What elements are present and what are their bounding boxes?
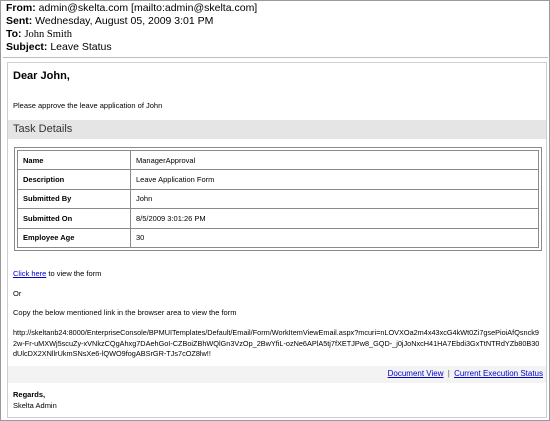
to-row: To: John Smith	[6, 28, 257, 41]
regards-text: Regards,	[13, 390, 46, 399]
detail-key: Name	[17, 149, 131, 171]
greeting: Dear John,	[13, 70, 70, 82]
signature: Skelta Admin	[13, 401, 57, 410]
details-table: Name ManagerApproval Description Leave A…	[17, 149, 539, 248]
detail-value: ManagerApproval	[130, 149, 539, 171]
header-divider	[3, 57, 548, 58]
table-row: Name ManagerApproval	[17, 149, 539, 171]
email-window: From: admin@skelta.com [mailto:admin@ske…	[0, 0, 550, 421]
detail-value: 30	[130, 227, 539, 248]
intro-text: Please approve the leave application of …	[13, 101, 163, 110]
to-value: John Smith	[24, 29, 73, 40]
or-text: Or	[13, 289, 22, 298]
task-details-table: Name ManagerApproval Description Leave A…	[14, 147, 542, 251]
table-row: Submitted By John	[17, 188, 539, 210]
footer-links-bar: Document View | Current Execution Status	[8, 366, 546, 383]
sent-row: Sent: Wednesday, August 05, 2009 3:01 PM	[6, 15, 257, 28]
from-row: From: admin@skelta.com [mailto:admin@ske…	[6, 2, 257, 15]
subject-label: Subject:	[6, 41, 48, 53]
copy-link-instruction: Copy the below mentioned link in the bro…	[13, 308, 237, 317]
click-here-link[interactable]: Click here	[13, 269, 46, 278]
document-view-link[interactable]: Document View	[388, 369, 444, 378]
sent-label: Sent:	[6, 15, 33, 27]
sent-value: Wednesday, August 05, 2009 3:01 PM	[35, 15, 214, 27]
link-separator: |	[447, 369, 450, 378]
subject-value: Leave Status	[50, 41, 112, 53]
detail-value: Leave Application Form	[130, 169, 539, 190]
current-execution-status-link[interactable]: Current Execution Status	[454, 369, 543, 378]
form-url-text[interactable]: http://skeltanb24:8000/EnterpriseConsole…	[13, 328, 541, 360]
from-label: From:	[6, 2, 36, 14]
detail-key: Submitted By	[17, 188, 131, 210]
task-details-title: Task Details	[13, 123, 73, 135]
detail-key: Submitted On	[17, 208, 131, 229]
detail-key: Employee Age	[17, 227, 131, 248]
view-form-line: Click here to view the form	[13, 269, 101, 278]
detail-value: 8/5/2009 3:01:26 PM	[130, 208, 539, 229]
table-row: Submitted On 8/5/2009 3:01:26 PM	[17, 208, 539, 229]
from-value: admin@skelta.com [mailto:admin@skelta.co…	[38, 2, 258, 14]
email-header: From: admin@skelta.com [mailto:admin@ske…	[6, 2, 257, 54]
footer-links: Document View | Current Execution Status	[388, 369, 543, 378]
message-body: Dear John, Please approve the leave appl…	[7, 62, 547, 418]
view-form-suffix: to view the form	[46, 269, 102, 278]
to-label: To:	[6, 28, 22, 40]
detail-key: Description	[17, 169, 131, 190]
task-details-header: Task Details	[8, 120, 546, 139]
detail-value: John	[130, 188, 539, 210]
table-row: Description Leave Application Form	[17, 169, 539, 190]
table-row: Employee Age 30	[17, 227, 539, 248]
subject-row: Subject: Leave Status	[6, 41, 257, 54]
